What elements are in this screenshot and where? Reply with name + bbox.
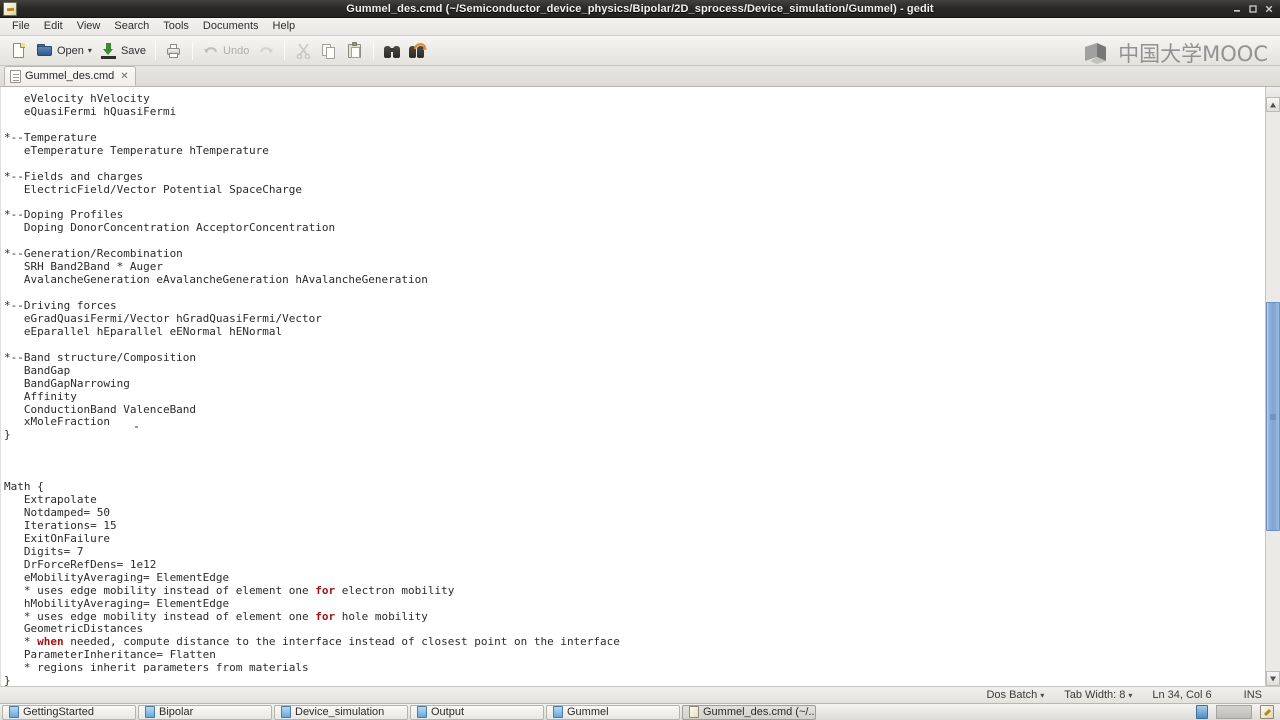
tab-gummel-des-cmd[interactable]: Gummel_des.cmd ✕ [4,66,136,86]
toolbar-separator [284,41,286,60]
taskbar-item-label: Gummel_des.cmd (~/... [703,706,816,718]
binoculars-find-icon [383,42,401,60]
minimize-icon[interactable] [1232,4,1242,14]
new-document-icon [10,42,28,60]
tab-label: Gummel_des.cmd [25,70,115,82]
paste-icon [346,41,364,60]
redo-icon [257,42,275,60]
menu-search[interactable]: Search [107,18,156,35]
menu-bar: File Edit View Search Tools Documents He… [0,18,1280,36]
tray-folder-icon[interactable] [1196,705,1208,719]
folder-icon [553,706,563,718]
taskbar-item-label: Gummel [567,706,609,718]
chevron-down-icon: ▾ [1128,690,1133,700]
menu-documents[interactable]: Documents [196,18,266,35]
taskbar-item-gummel[interactable]: Gummel [546,704,680,720]
taskbar-item-bipolar[interactable]: Bipolar [138,704,272,720]
menu-edit[interactable]: Edit [37,18,70,35]
mooc-watermark: 中国大学MOOC [1084,38,1268,68]
folder-open-icon [36,42,54,60]
tray-gedit-icon[interactable] [1260,705,1274,719]
folder-icon [9,706,19,718]
undo-button-label: Undo [223,44,250,57]
language-selector[interactable]: Dos Batch ▾ [976,689,1054,701]
taskbar-item-device-simulation[interactable]: Device_simulation [274,704,408,720]
cursor-position: Ln 34, Col 6 [1152,689,1212,701]
maximize-icon[interactable] [1248,4,1258,14]
scrollbar-grip-icon [1270,414,1276,420]
taskbar-item-label: Output [431,706,465,718]
taskbar-item-label: Bipolar [159,706,194,718]
editor-area: eVelocity hVelocity eQuasiFermi hQuasiFe… [0,87,1280,686]
folder-icon [145,706,155,718]
mooc-watermark-text: 中国大学MOOC [1118,42,1268,66]
save-icon [100,42,118,60]
copy-button[interactable] [316,39,342,63]
chevron-down-icon[interactable]: ▾ [88,46,92,55]
taskbar-item-label: Device_simulation [295,706,385,718]
scrollbar-thumb[interactable] [1266,302,1280,532]
chevron-down-icon: ▾ [1040,690,1045,700]
scroll-down-arrow-icon[interactable] [1266,671,1280,686]
toolbar-separator [192,41,194,60]
folder-icon [417,706,427,718]
scroll-up-arrow-icon[interactable] [1266,97,1280,112]
tab-width-selector[interactable]: Tab Width: 8 ▾ [1054,689,1142,701]
menu-view[interactable]: View [70,18,108,35]
paste-button[interactable] [342,39,368,63]
undo-button[interactable]: Undo [198,39,253,63]
save-button-label: Save [120,44,147,57]
open-button[interactable]: Open ▾ [32,39,96,63]
taskbar-item-output[interactable]: Output [410,704,544,720]
mooc-logo-icon [1084,41,1114,65]
scrollbar-cap [1266,87,1280,97]
language-label: Dos Batch [986,689,1038,701]
cut-button[interactable] [290,39,316,63]
text-editor[interactable]: eVelocity hVelocity eQuasiFermi hQuasiFe… [0,87,1265,686]
copy-icon [320,42,338,60]
vertical-scrollbar[interactable] [1265,87,1280,686]
menu-tools[interactable]: Tools [156,18,196,35]
close-icon[interactable] [1264,4,1274,14]
window-title: Gummel_des.cmd (~/Semiconductor_device_p… [346,2,934,15]
source-code-text[interactable]: eVelocity hVelocity eQuasiFermi hQuasiFe… [4,92,1265,686]
gedit-icon [689,706,699,718]
taskbar-item-gettingstarted[interactable]: GettingStarted [2,704,136,720]
toolbar: Open ▾ Save Undo 中国大学MOOC [0,36,1280,66]
window-controls [1232,4,1280,14]
printer-icon [165,42,183,60]
menu-file[interactable]: File [5,18,37,35]
status-bar: Dos Batch ▾ Tab Width: 8 ▾ Ln 34, Col 6 … [0,686,1280,703]
cursor-artifact [135,426,138,428]
replace-button[interactable] [405,39,431,63]
insert-mode-indicator: INS [1243,689,1262,701]
print-button[interactable] [161,39,187,63]
desktop-taskbar: GettingStarted Bipolar Device_simulation… [0,703,1280,720]
taskbar-item-label: GettingStarted [23,706,94,718]
find-replace-icon [409,42,428,60]
toolbar-separator [373,41,375,60]
scissors-icon [294,42,312,60]
scrollbar-track[interactable] [1266,112,1280,671]
open-button-label: Open [57,44,84,57]
find-button[interactable] [379,39,405,63]
title-bar: Gummel_des.cmd (~/Semiconductor_device_p… [0,0,1280,18]
tray-window-preview[interactable] [1216,705,1252,719]
gedit-window: Gummel_des.cmd (~/Semiconductor_device_p… [0,0,1280,720]
undo-icon [202,42,220,60]
document-tab-bar: Gummel_des.cmd ✕ [0,66,1280,87]
taskbar-item-gummel-des-cmd[interactable]: Gummel_des.cmd (~/... [682,704,816,720]
menu-help[interactable]: Help [266,18,303,35]
tab-width-label: Tab Width: [1064,689,1117,701]
toolbar-separator [155,41,157,60]
redo-button[interactable] [253,39,279,63]
folder-icon [281,706,291,718]
save-button[interactable]: Save [96,39,150,63]
close-icon[interactable]: ✕ [120,71,128,82]
taskbar-tray [1196,705,1278,719]
tab-width-value: 8 [1119,689,1126,701]
new-document-button[interactable] [6,39,32,63]
document-icon [10,69,21,83]
